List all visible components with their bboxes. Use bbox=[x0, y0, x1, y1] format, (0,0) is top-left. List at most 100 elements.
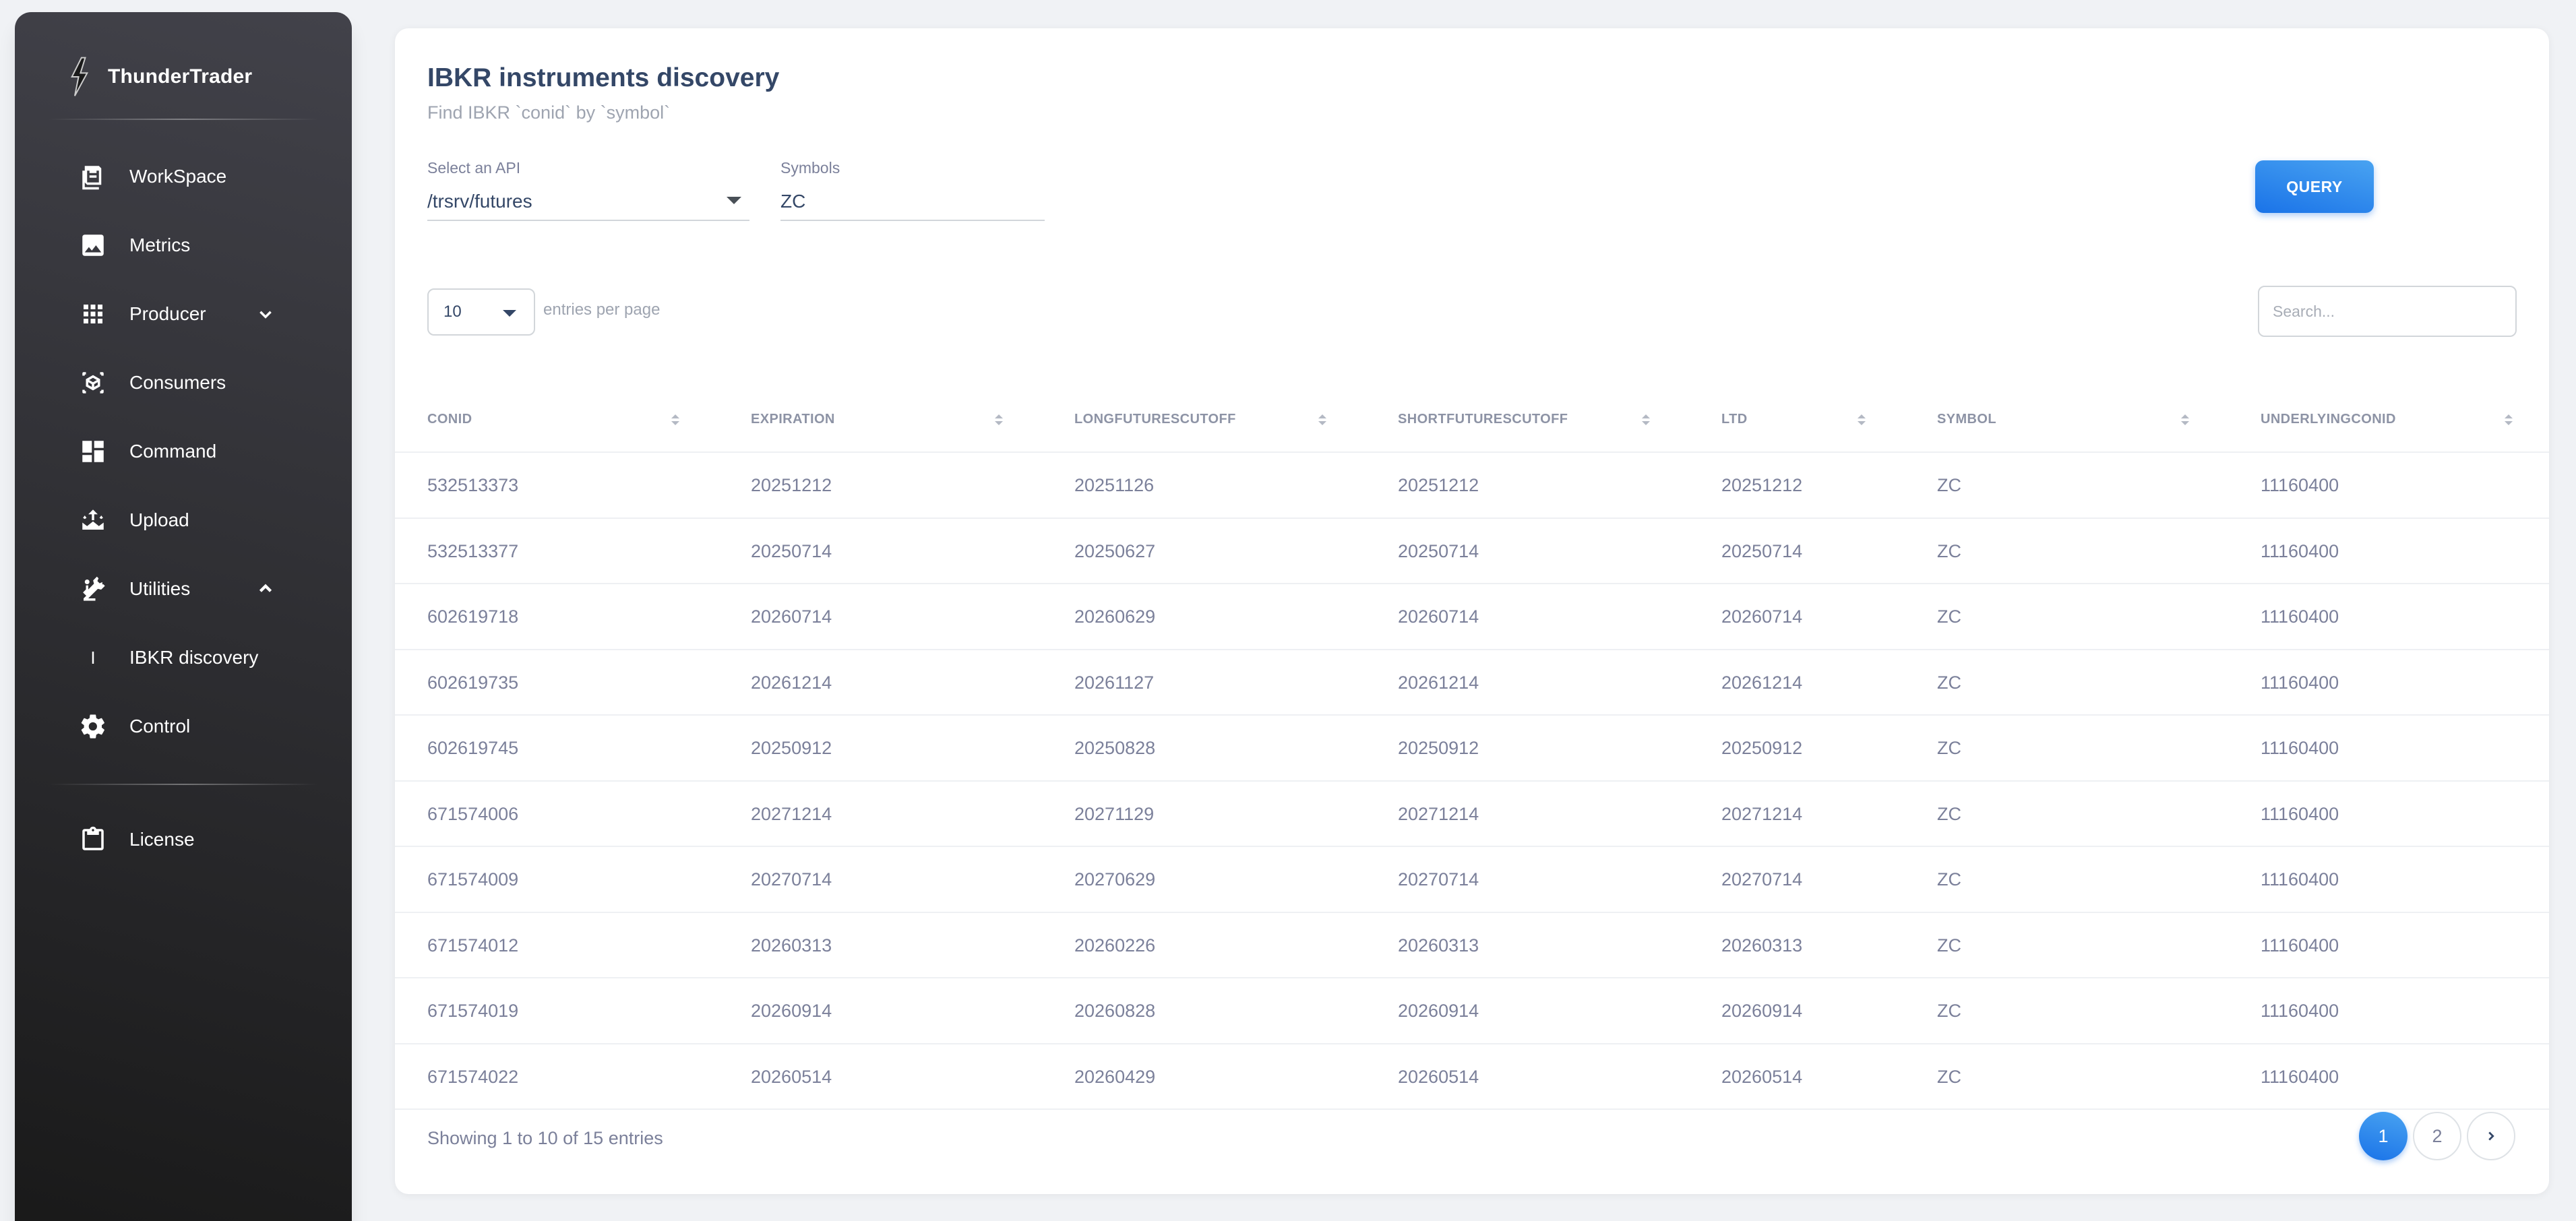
table-cell-shortfuturescutoff: 20271214 bbox=[1398, 803, 1479, 824]
table-row: 671574022 20260514 20260429 20260514 2026051… bbox=[395, 1044, 2549, 1110]
sidebar-item-metrics[interactable]: Metrics bbox=[49, 218, 318, 272]
table-cell-conid: 602619745 bbox=[427, 738, 519, 759]
sidebar-item-producer[interactable]: Producer bbox=[49, 287, 318, 341]
sidebar-item-label: IBKR discovery bbox=[129, 647, 259, 668]
column-header-longfuturescutoff[interactable]: LONGFUTURESCUTOFF bbox=[1074, 385, 1236, 453]
column-header-ltd[interactable]: LTD bbox=[1721, 385, 1748, 453]
sort-icon[interactable] bbox=[2181, 414, 2189, 425]
column-header-underlyingconid[interactable]: UNDERLYINGCONID bbox=[2261, 385, 2396, 453]
sidebar-item-upload[interactable]: Upload bbox=[49, 493, 318, 547]
table-row: 671574012 20260313 20260226 20260313 2026031… bbox=[395, 913, 2549, 978]
table-cell-longfuturescutoff: 20251126 bbox=[1074, 475, 1155, 496]
table-cell-underlyingconid: 11160400 bbox=[2261, 869, 2339, 890]
table-cell-underlyingconid: 11160400 bbox=[2261, 738, 2339, 759]
table-cell-ltd: 20260714 bbox=[1721, 606, 1803, 627]
sidebar-item-label: Command bbox=[129, 441, 217, 462]
table-cell-conid: 602619718 bbox=[427, 606, 519, 627]
table-cell-expiration: 20260313 bbox=[751, 935, 832, 956]
sidebar-item-utilities[interactable]: Utilities bbox=[49, 562, 318, 616]
table-row: 602619718 20260714 20260629 20260714 2026071… bbox=[395, 584, 2549, 650]
table-cell-conid: 671574019 bbox=[427, 1001, 519, 1022]
sidebar-subitem-ibkr-discovery[interactable]: I IBKR discovery bbox=[49, 631, 318, 685]
table-cell-shortfuturescutoff: 20260714 bbox=[1398, 606, 1479, 627]
sort-icon[interactable] bbox=[995, 414, 1003, 425]
table-cell-ltd: 20260514 bbox=[1721, 1066, 1803, 1087]
clipboard-icon bbox=[78, 825, 108, 854]
table-cell-shortfuturescutoff: 20250714 bbox=[1398, 540, 1479, 561]
table-cell-symbol: ZC bbox=[1937, 1001, 1961, 1022]
table-cell-longfuturescutoff: 20261127 bbox=[1074, 672, 1155, 693]
instruments-table: CONID EXPIRATION LONGFUTURESCUTOFF SHORTFUT… bbox=[395, 385, 2549, 1110]
sidebar-item-workspace[interactable]: WorkSpace bbox=[49, 150, 318, 204]
table-row: 671574009 20270714 20270629 20270714 2027071… bbox=[395, 847, 2549, 913]
sidebar-item-label: Consumers bbox=[129, 372, 226, 393]
table-cell-expiration: 20271214 bbox=[751, 803, 832, 824]
column-header-expiration[interactable]: EXPIRATION bbox=[751, 385, 835, 453]
entries-per-page-label: entries per page bbox=[543, 301, 661, 319]
chevron-down-icon[interactable] bbox=[256, 305, 275, 323]
apps-grid-icon bbox=[78, 299, 108, 329]
table-cell-symbol: ZC bbox=[1937, 803, 1961, 824]
precision-manufacturing-icon bbox=[78, 574, 108, 604]
table-cell-symbol: ZC bbox=[1937, 1066, 1961, 1087]
table-row: 602619735 20261214 20261127 20261214 2026121… bbox=[395, 650, 2549, 716]
entries-per-page-select[interactable]: 10 bbox=[427, 288, 535, 336]
symbols-input-value: ZC bbox=[780, 191, 806, 212]
sort-icon[interactable] bbox=[1858, 414, 1866, 425]
table-cell-conid: 602619735 bbox=[427, 672, 519, 693]
table-cell-shortfuturescutoff: 20261214 bbox=[1398, 672, 1479, 693]
table-cell-expiration: 20251212 bbox=[751, 475, 832, 496]
sidebar-subitem-prefix: I bbox=[90, 647, 96, 668]
table-cell-conid: 671574006 bbox=[427, 803, 519, 824]
table-cell-shortfuturescutoff: 20260313 bbox=[1398, 935, 1479, 956]
api-select-label: Select an API bbox=[427, 159, 521, 177]
image-icon bbox=[78, 230, 108, 260]
api-select[interactable]: /trsrv/futures bbox=[427, 183, 749, 221]
sort-icon[interactable] bbox=[1642, 414, 1650, 425]
sort-icon[interactable] bbox=[1318, 414, 1326, 425]
sidebar-item-command[interactable]: Command bbox=[49, 425, 318, 478]
brand-name: ThunderTrader bbox=[108, 65, 253, 88]
table-search-input[interactable] bbox=[2258, 286, 2517, 337]
brand[interactable]: ThunderTrader bbox=[63, 44, 252, 109]
table-cell-ltd: 20270714 bbox=[1721, 869, 1803, 890]
table-cell-underlyingconid: 11160400 bbox=[2261, 935, 2339, 956]
symbols-input[interactable]: ZC bbox=[780, 183, 1045, 221]
pagination-next-button[interactable] bbox=[2467, 1112, 2515, 1160]
chevron-right-icon bbox=[2488, 1131, 2494, 1141]
table-cell-ltd: 20261214 bbox=[1721, 672, 1803, 693]
table-cell-longfuturescutoff: 20270629 bbox=[1074, 869, 1156, 890]
sort-icon[interactable] bbox=[2505, 414, 2513, 425]
query-button[interactable]: QUERY bbox=[2255, 160, 2374, 213]
upload-icon bbox=[78, 505, 108, 535]
sidebar-item-label: Producer bbox=[129, 303, 206, 324]
sidebar-divider bbox=[49, 784, 318, 785]
table-cell-underlyingconid: 11160400 bbox=[2261, 1001, 2339, 1022]
table-cell-expiration: 20270714 bbox=[751, 869, 832, 890]
table-row: 671574019 20260914 20260828 20260914 2026091… bbox=[395, 978, 2549, 1044]
table-cell-longfuturescutoff: 20271129 bbox=[1074, 803, 1155, 824]
sort-icon[interactable] bbox=[671, 414, 679, 425]
table-cell-conid: 532513373 bbox=[427, 475, 519, 496]
table-cell-symbol: ZC bbox=[1937, 540, 1961, 561]
sidebar-item-license[interactable]: License bbox=[49, 813, 318, 867]
table-cell-underlyingconid: 11160400 bbox=[2261, 475, 2339, 496]
pagination-page-2[interactable]: 2 bbox=[2413, 1112, 2461, 1160]
sidebar-item-consumers[interactable]: Consumers bbox=[49, 356, 318, 410]
table-cell-longfuturescutoff: 20260429 bbox=[1074, 1066, 1156, 1087]
sidebar-divider bbox=[49, 119, 318, 120]
table-cell-ltd: 20250714 bbox=[1721, 540, 1803, 561]
column-header-shortfuturescutoff[interactable]: SHORTFUTURESCUTOFF bbox=[1398, 385, 1568, 453]
pagination-page-1[interactable]: 1 bbox=[2359, 1112, 2408, 1160]
column-header-symbol[interactable]: SYMBOL bbox=[1937, 385, 1996, 453]
sidebar-item-label: License bbox=[129, 829, 195, 850]
sidebar-item-label: Utilities bbox=[129, 578, 191, 599]
table-cell-symbol: ZC bbox=[1937, 935, 1961, 956]
column-header-conid[interactable]: CONID bbox=[427, 385, 472, 453]
chevron-up-icon[interactable] bbox=[256, 580, 275, 598]
main-card: IBKR instruments discovery Find IBKR `co… bbox=[395, 28, 2549, 1194]
sidebar-item-label: WorkSpace bbox=[129, 166, 227, 187]
sidebar-item-label: Metrics bbox=[129, 234, 191, 255]
table-cell-symbol: ZC bbox=[1937, 475, 1961, 496]
sidebar-item-control[interactable]: Control bbox=[49, 699, 318, 753]
